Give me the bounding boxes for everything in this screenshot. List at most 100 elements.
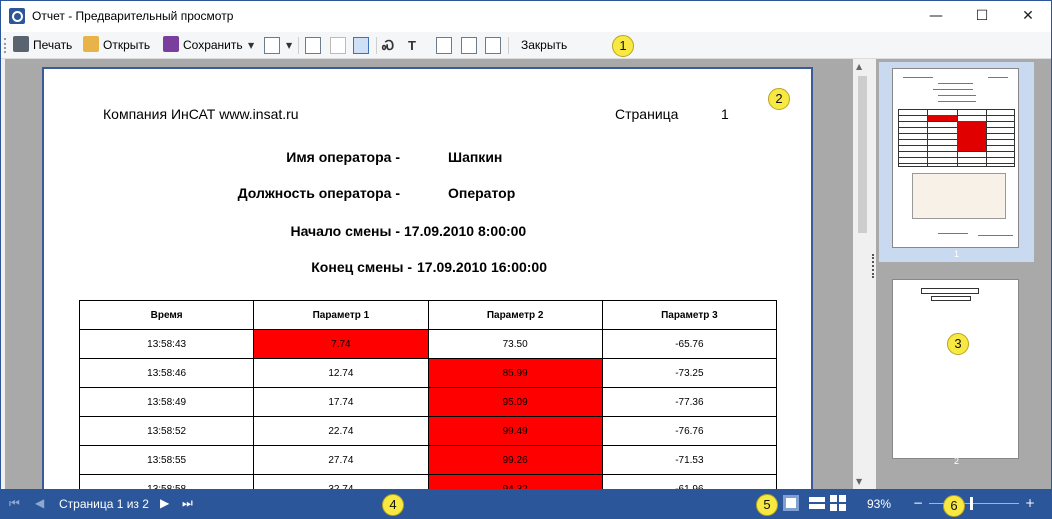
preview-scrollbar[interactable]: ▲ ▼ <box>853 59 871 489</box>
page-setup-icon[interactable] <box>305 37 321 54</box>
printer-icon <box>13 36 29 52</box>
table-cell: 13:58:43 <box>78 329 255 359</box>
table-cell: 7.74 <box>253 329 429 359</box>
title-bar: Отчет - Предварительный просмотр — ☐ ✕ <box>1 1 1051 32</box>
parameters-table: Время Параметр 1 Параметр 2 Параметр 3 13:5… <box>78 300 778 489</box>
page-word-label: Страница <box>615 106 679 122</box>
shift-start-value: 17.09.2010 8:00:00 <box>404 223 527 239</box>
table-cell: -71.53 <box>601 445 778 475</box>
minimize-button[interactable]: — <box>913 1 959 32</box>
find-binoculars-icon[interactable]: Ꮝ <box>382 38 394 54</box>
zoom-slider-thumb[interactable] <box>970 497 974 510</box>
preview-window: Отчет - Предварительный просмотр — ☐ ✕ П… <box>0 0 1052 519</box>
operator-label: Имя оператора - <box>286 149 400 165</box>
table-cell: -61.96 <box>601 474 778 489</box>
shift-end-value: 17.09.2010 16:00:00 <box>417 259 547 275</box>
preview-area[interactable]: Компания ИнСАТ www.insat.ru Страница 1 И… <box>5 59 853 489</box>
table-cell: 99.49 <box>427 416 603 446</box>
status-bar: ⏮ ◀ Страница 1 из 2 ▶ ⏭ 93% − + <box>1 489 1051 518</box>
zoom-out-button[interactable]: − <box>913 496 923 510</box>
table-cell: 32.74 <box>253 474 429 489</box>
table-row: 13:58:58 32.74 94.32 -61.96 <box>78 474 778 489</box>
table-cell: 27.74 <box>253 445 429 475</box>
callout-badge-6: 6 <box>943 495 965 517</box>
thumbnail-chart <box>912 173 1006 219</box>
save-dropdown-arrow[interactable]: ▼ <box>248 35 254 56</box>
toolbar-separator <box>298 37 299 54</box>
zoom-value: 93% <box>867 497 892 511</box>
table-cell: 99.26 <box>427 445 603 475</box>
callout-badge-2: 2 <box>768 88 790 110</box>
table-cell: 73.50 <box>427 329 603 359</box>
table-cell: 13:58:52 <box>78 416 255 446</box>
scrollbar-thumb[interactable] <box>858 76 867 233</box>
shift-end-label: Конец смены - <box>311 259 412 275</box>
toolbar-separator <box>376 37 377 54</box>
export-icon[interactable] <box>264 37 280 54</box>
thumbnail-number: 1 <box>953 249 959 259</box>
two-pages-view-icon[interactable] <box>809 495 825 511</box>
table-cell: 22.74 <box>253 416 429 446</box>
column-header: Параметр 1 <box>253 300 429 330</box>
window-title: Отчет - Предварительный просмотр <box>32 9 234 23</box>
close-window-button[interactable]: ✕ <box>1005 1 1051 32</box>
thumbnail-page-image <box>892 68 1019 248</box>
thumbnail-page-1[interactable]: 1 <box>879 62 1034 262</box>
operator-name: Шапкин <box>448 149 503 165</box>
scroll-down-arrow[interactable]: ▼ <box>856 477 862 486</box>
last-page-icon[interactable]: ⏭ <box>182 496 193 511</box>
company-header: Компания ИнСАТ www.insat.ru <box>103 106 299 122</box>
close-preview-button[interactable]: Закрыть <box>521 35 567 56</box>
open-label: Открыть <box>103 38 151 52</box>
multi-page-view-icon[interactable] <box>830 495 846 511</box>
fit-width-icon[interactable] <box>485 37 501 54</box>
print-button[interactable]: Печать <box>13 35 72 56</box>
floppy-icon <box>163 36 179 52</box>
table-cell: -77.36 <box>601 387 778 417</box>
table-cell: 95.09 <box>427 387 603 417</box>
table-cell: -73.25 <box>601 358 778 388</box>
scroll-up-arrow[interactable]: ▲ <box>856 62 862 71</box>
table-cell: 13:58:58 <box>78 474 255 489</box>
prev-page-icon[interactable]: ◀ <box>35 496 44 510</box>
toolbar-grip[interactable] <box>4 38 6 53</box>
table-cell: 13:58:46 <box>78 358 255 388</box>
first-page-icon[interactable]: ⏮ <box>9 496 20 511</box>
thumbnails-toggle-icon[interactable] <box>353 37 369 54</box>
zoom-in-button[interactable]: + <box>1025 496 1035 510</box>
table-cell: 17.74 <box>253 387 429 417</box>
callout-badge-1: 1 <box>612 35 634 57</box>
callout-badge-3: 3 <box>947 333 969 355</box>
whole-page-icon[interactable] <box>461 37 477 54</box>
export-dropdown-arrow[interactable]: ▼ <box>286 35 292 56</box>
page-width-icon[interactable] <box>436 37 452 54</box>
thumbnail-panel: 1 2 <box>876 59 1051 489</box>
report-page: Компания ИнСАТ www.insat.ru Страница 1 И… <box>42 67 813 489</box>
next-page-icon[interactable]: ▶ <box>160 496 169 510</box>
table-cell: -76.76 <box>601 416 778 446</box>
clipboard-icon[interactable] <box>330 37 346 54</box>
save-label: Сохранить <box>183 38 243 52</box>
table-row: 13:58:52 22.74 99.49 -76.76 <box>78 416 778 446</box>
toolbar-separator <box>508 37 509 54</box>
splitter-grip[interactable] <box>872 254 874 278</box>
open-button[interactable]: Открыть <box>83 35 150 56</box>
maximize-button[interactable]: ☐ <box>959 1 1005 32</box>
table-row: 13:58:46 12.74 85.99 -73.25 <box>78 358 778 388</box>
callout-badge-4: 4 <box>382 494 404 516</box>
single-page-view-icon[interactable] <box>783 495 799 511</box>
position-label: Должность оператора - <box>237 185 400 201</box>
toolbar: Печать Открыть Сохранить ▼ ▼ Ꮝ T Закрыть <box>1 32 1051 59</box>
shift-start-label: Начало смены - <box>290 223 400 239</box>
save-button[interactable]: Сохранить <box>163 35 243 56</box>
folder-icon <box>83 36 99 52</box>
position-value: Оператор <box>448 185 516 201</box>
table-body: 13:58:43 7.74 73.50 -65.76 13:58:46 12.74 85.9… <box>78 329 778 489</box>
column-header: Параметр 2 <box>427 300 603 330</box>
print-label: Печать <box>33 38 73 52</box>
table-cell: 13:58:55 <box>78 445 255 475</box>
table-row: 13:58:43 7.74 73.50 -65.76 <box>78 329 778 359</box>
callout-badge-5: 5 <box>756 494 778 516</box>
text-format-icon[interactable]: T <box>408 38 416 53</box>
thumbnail-page-2[interactable]: 2 <box>879 273 1034 473</box>
